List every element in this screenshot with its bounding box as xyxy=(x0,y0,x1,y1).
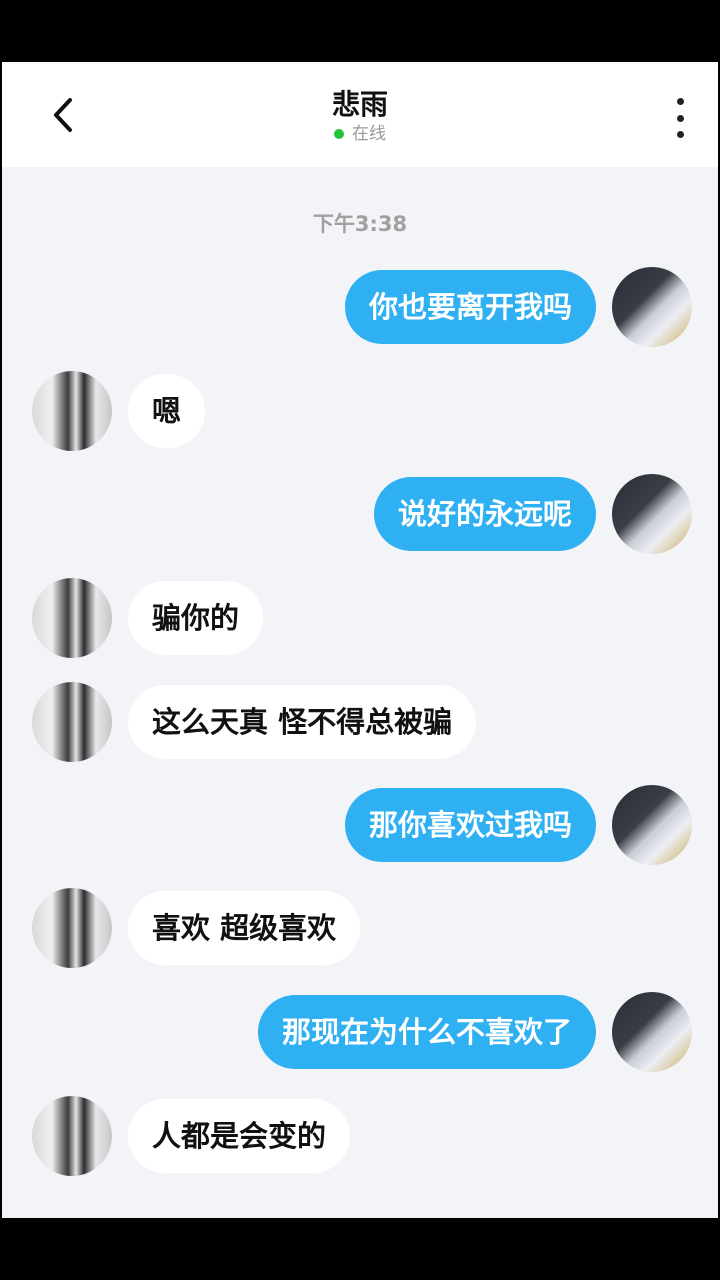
message-row: 那你喜欢过我吗 xyxy=(2,785,718,865)
contact-info: 悲雨 在线 xyxy=(2,88,718,144)
more-vertical-icon xyxy=(676,98,684,105)
sent-message-bubble[interactable]: 那你喜欢过我吗 xyxy=(344,788,596,862)
contact-avatar[interactable] xyxy=(32,888,112,968)
message-row: 那现在为什么不喜欢了 xyxy=(2,992,718,1072)
online-dot-icon xyxy=(334,129,344,139)
my-avatar[interactable] xyxy=(612,267,692,347)
chat-header: 悲雨 在线 xyxy=(2,62,718,167)
received-message-bubble[interactable]: 人都是会变的 xyxy=(128,1099,351,1173)
contact-name: 悲雨 xyxy=(331,88,388,121)
my-avatar[interactable] xyxy=(612,474,692,554)
sent-message-bubble[interactable]: 说好的永远呢 xyxy=(373,477,596,551)
message-row: 喜欢 超级喜欢 xyxy=(2,888,718,968)
received-message-bubble[interactable]: 这么天真 怪不得总被骗 xyxy=(128,685,477,759)
my-avatar[interactable] xyxy=(612,785,692,865)
contact-avatar[interactable] xyxy=(32,682,112,762)
contact-avatar[interactable] xyxy=(32,1096,112,1176)
received-message-bubble[interactable]: 嗯 xyxy=(128,374,206,448)
message-row: 你也要离开我吗 xyxy=(2,267,718,347)
chat-screen: 悲雨 在线 下午3:38 你也要离开我吗 嗯 说好的永远呢 骗你的 这么天真 怪… xyxy=(2,62,718,1218)
message-row: 人都是会变的 xyxy=(2,1096,718,1176)
my-avatar[interactable] xyxy=(612,992,692,1072)
online-status-label: 在线 xyxy=(352,124,386,144)
sent-message-bubble[interactable]: 你也要离开我吗 xyxy=(344,270,596,344)
sent-message-bubble[interactable]: 那现在为什么不喜欢了 xyxy=(257,995,596,1069)
received-message-bubble[interactable]: 喜欢 超级喜欢 xyxy=(128,891,361,965)
message-row: 骗你的 xyxy=(2,578,718,658)
message-row: 这么天真 怪不得总被骗 xyxy=(2,682,718,762)
message-row: 嗯 xyxy=(2,371,718,451)
online-status: 在线 xyxy=(2,124,718,144)
more-options-button[interactable] xyxy=(662,98,698,138)
contact-avatar[interactable] xyxy=(32,578,112,658)
message-row: 说好的永远呢 xyxy=(2,474,718,554)
received-message-bubble[interactable]: 骗你的 xyxy=(128,581,264,655)
contact-avatar[interactable] xyxy=(32,371,112,451)
message-timestamp: 下午3:38 xyxy=(312,212,408,236)
